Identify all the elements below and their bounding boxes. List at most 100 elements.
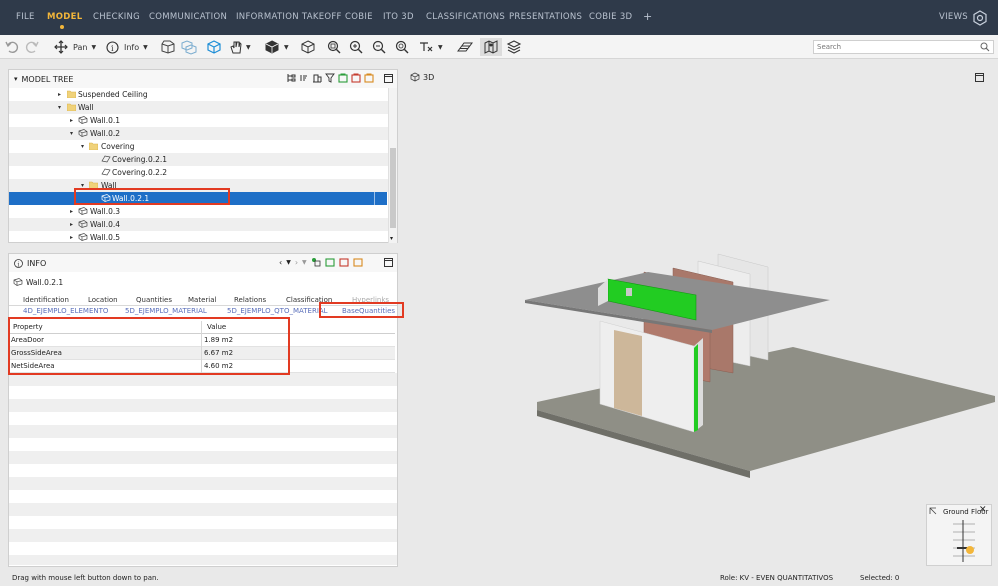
search-input[interactable] [814,41,974,53]
zoom-in-icon[interactable] [348,38,364,56]
menu-ito-3d[interactable]: ITO 3D [383,12,414,22]
menu-cobie-3d[interactable]: COBIE 3D [589,12,632,22]
tab-identification[interactable]: Identification [23,296,69,304]
chevron-down-icon[interactable]: ▼ [284,38,289,56]
menu-file[interactable]: FILE [16,12,35,22]
redo-icon[interactable] [24,38,40,56]
previous-icon[interactable]: ‹ [279,258,282,267]
red-box-icon[interactable] [339,257,349,267]
tree-item[interactable]: ▸ Wall.0.5 [9,231,389,244]
next-icon[interactable]: › [295,258,298,267]
tab-material[interactable]: Material [188,296,216,304]
hierarchy-icon[interactable] [286,73,296,83]
tab-4d-ejemplo-elemento[interactable]: 4D_EJEMPLO_ELEMENTO [23,307,108,315]
tree-item-label: Wall.0.3 [90,207,121,216]
menu-information-takeoff[interactable]: INFORMATION TAKEOFF [236,12,342,22]
menu-communication[interactable]: COMMUNICATION [149,12,227,22]
menu-checking[interactable]: CHECKING [93,12,140,22]
tree-item[interactable]: ▸ Suspended Ceiling [9,88,389,101]
expand-arrow-icon[interactable]: ▾ [70,127,73,140]
menu-cobie[interactable]: COBIE [345,12,373,22]
chevron-down-icon[interactable]: ▼ [438,38,443,56]
svg-text:i: i [18,261,20,268]
maximize-icon[interactable] [384,258,393,267]
select-hand-icon[interactable] [228,38,244,56]
tab-location[interactable]: Location [88,296,118,304]
orange-box-icon[interactable] [364,73,374,83]
cube-tool-icon[interactable] [158,38,176,56]
expand-arrow-icon[interactable]: ▸ [70,218,73,231]
tree-item[interactable]: ▾ Covering [9,140,389,153]
door-panel[interactable] [614,330,642,416]
layers-icon[interactable] [506,38,522,56]
tree-item[interactable]: Covering.0.2.2 [9,166,389,179]
close-icon[interactable]: ✕ [979,505,987,515]
model-tree-list: ▸ Suspended Ceiling ▾ Wall ▸ Wall.0.1 ▾ … [9,88,389,244]
search-box[interactable] [813,40,994,54]
tree-item[interactable]: ▸ Wall.0.1 [9,114,389,127]
green-box-icon[interactable] [338,73,348,83]
highlight-frame-table [8,317,290,375]
properties-icon[interactable] [311,257,321,267]
tab-relations[interactable]: Relations [234,296,266,304]
views-menu[interactable]: VIEWS [939,12,968,22]
pan-button[interactable]: Pan ▼ [54,38,96,56]
green-box-icon[interactable] [325,257,335,267]
chevron-down-icon: ▼ [91,43,97,51]
zoom-fit-icon[interactable] [326,38,342,56]
map-view-icon[interactable] [480,38,502,56]
tree-scrollbar-thumb[interactable] [390,148,396,228]
add-tab-button[interactable]: + [643,10,653,23]
expand-arrow-icon[interactable]: ▾ [58,101,61,114]
tab-5d-ejemplo-qto-material[interactable]: 5D_EJEMPLO_QTO_MATERIAL [227,307,328,315]
tree-item[interactable]: ▸ Wall.0.3 [9,205,389,218]
3d-viewport[interactable]: 3D Ground Floor ✕ [400,68,998,568]
filter-icon[interactable] [325,73,335,83]
cube-select-icon[interactable] [264,38,280,56]
tree-item[interactable]: Covering.0.2.1 [9,153,389,166]
undo-icon[interactable] [4,38,20,56]
expand-arrow-icon[interactable]: ▸ [70,114,73,127]
info-button[interactable]: i Info ▼ [106,38,148,56]
plane-icon[interactable] [456,38,474,56]
arrow-icon[interactable] [929,507,937,515]
zoom-out-icon[interactable] [371,38,387,56]
tree-item-label: Wall.0.2 [90,129,121,138]
maximize-icon[interactable] [384,74,393,83]
building-icon[interactable] [312,73,322,83]
sort-icon[interactable] [299,73,309,83]
menu-presentations[interactable]: PRESENTATIONS [509,12,582,22]
orange-box-icon[interactable] [353,257,363,267]
expand-arrow-icon[interactable]: ▾ [81,140,84,153]
red-box-icon[interactable] [351,73,361,83]
chevron-down-icon[interactable]: ▾ [390,235,393,242]
menu-classifications[interactable]: CLASSIFICATIONS [426,12,505,22]
zoom-window-icon[interactable] [394,38,410,56]
tree-item[interactable]: ▾ Wall [9,101,389,114]
measure-icon[interactable] [418,38,434,56]
box-outline-icon[interactable] [300,38,316,56]
building-model[interactable] [400,68,998,568]
views-icon[interactable] [972,10,988,26]
expand-arrow-icon[interactable]: ▸ [70,231,73,244]
chevron-down-icon[interactable]: ▼ [286,259,291,266]
column-divider [374,192,375,205]
tab-5d-ejemplo-material[interactable]: 5D_EJEMPLO_MATERIAL [125,307,207,315]
blue-cube-icon[interactable] [206,38,222,56]
tree-item[interactable]: ▾ Wall.0.2 [9,127,389,140]
model-tree-title: MODEL TREE [21,74,74,84]
info-panel: i INFO ‹ ▼ › ▼ Wall.0.2.1 Identification… [8,253,398,567]
tree-scrollbar[interactable]: ▾ [388,88,397,243]
floor-navigator[interactable]: Ground Floor ✕ [926,504,992,566]
collapse-icon[interactable]: ▾ [14,75,18,83]
expand-arrow-icon[interactable]: ▸ [58,88,61,101]
chevron-down-icon[interactable]: ▼ [246,38,251,56]
search-icon[interactable] [980,42,990,52]
model-tree-tools [286,73,374,83]
menu-model[interactable]: MODEL [47,12,82,22]
multi-cube-icon[interactable] [180,38,198,56]
tab-quantities[interactable]: Quantities [136,296,172,304]
chevron-down-icon[interactable]: ▼ [302,259,307,266]
expand-arrow-icon[interactable]: ▸ [70,205,73,218]
tree-item[interactable]: ▸ Wall.0.4 [9,218,389,231]
